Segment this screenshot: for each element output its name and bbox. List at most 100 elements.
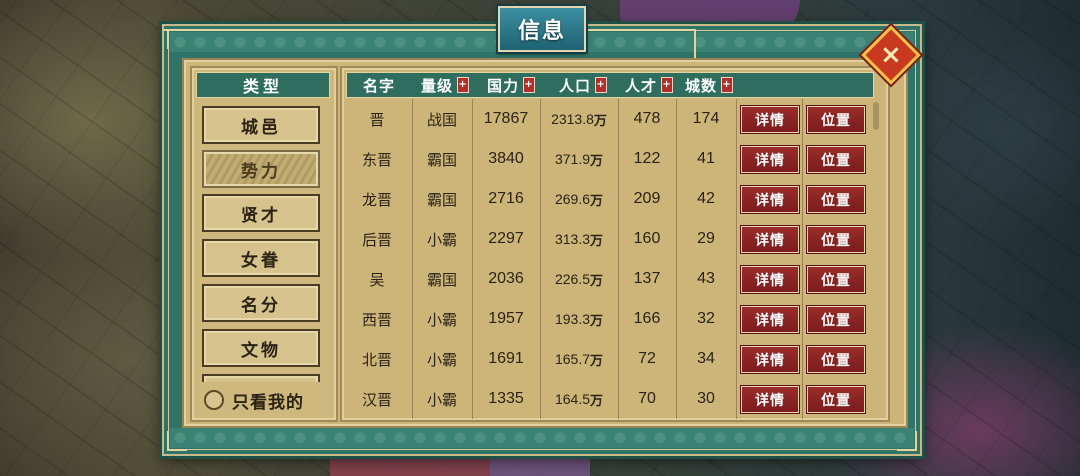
cell-name: 后晋 xyxy=(361,230,392,249)
table-row: 后晋 小霸 2297 313.3 万 160 29 详情 位置 xyxy=(342,219,872,259)
category-item-women[interactable]: 女眷 xyxy=(202,239,320,277)
location-button[interactable]: 位置 xyxy=(807,186,865,213)
location-button[interactable]: 位置 xyxy=(807,106,865,133)
category-item-partial[interactable] xyxy=(202,374,320,382)
table-row: 北晋 小霸 1691 165.7 万 72 34 详情 位置 xyxy=(342,339,872,379)
cell-level: 小霸 xyxy=(426,310,457,329)
table-row: 吴 霸国 2036 226.5 万 137 43 详情 位置 xyxy=(342,259,872,299)
cell-level: 霸国 xyxy=(426,270,457,289)
column-header-name: 名字 xyxy=(363,76,396,95)
info-dialog: 类型 城邑 势力 贤才 女眷 名分 文物 只看我的 名字 量级 + 国力 + 人… xyxy=(162,24,922,456)
sort-icon[interactable]: + xyxy=(595,77,608,93)
close-icon: × xyxy=(880,39,902,70)
cell-level: 小霸 xyxy=(426,390,457,409)
frame-pattern-bottom xyxy=(170,428,914,448)
detail-button[interactable]: 详情 xyxy=(741,346,799,373)
cell-cities: 174 xyxy=(692,110,720,127)
cell-cities: 43 xyxy=(697,270,715,287)
content-panel: 类型 城邑 势力 贤才 女眷 名分 文物 只看我的 名字 量级 + 国力 + 人… xyxy=(182,58,908,428)
cell-talent: 72 xyxy=(638,350,656,367)
cell-cities: 29 xyxy=(697,230,715,247)
detail-button[interactable]: 详情 xyxy=(741,226,799,253)
cell-power: 2716 xyxy=(488,190,524,207)
cell-talent: 160 xyxy=(633,230,661,247)
cell-talent: 478 xyxy=(633,110,661,127)
table-scrollbar[interactable] xyxy=(872,102,880,412)
cell-name: 龙晋 xyxy=(361,190,392,209)
category-item-rank[interactable]: 名分 xyxy=(202,284,320,322)
only-mine-toggle[interactable]: 只看我的 xyxy=(196,386,330,414)
cell-population: 164.5 万 xyxy=(554,391,604,409)
location-button[interactable]: 位置 xyxy=(807,266,865,293)
cell-talent: 166 xyxy=(633,310,661,327)
detail-button[interactable]: 详情 xyxy=(741,186,799,213)
column-header-cities: 城数 + xyxy=(685,76,734,95)
only-mine-label: 只看我的 xyxy=(232,392,304,413)
cell-name: 吴 xyxy=(369,270,385,289)
category-item-faction[interactable]: 势力 xyxy=(202,150,320,188)
scroll-thumb[interactable] xyxy=(873,102,879,130)
category-header: 类型 xyxy=(196,72,330,98)
cell-talent: 70 xyxy=(638,390,656,407)
table-row: 龙晋 霸国 2716 269.6 万 209 42 详情 位置 xyxy=(342,179,872,219)
map-region xyxy=(330,455,490,476)
cell-name: 晋 xyxy=(369,110,385,129)
column-header-talent: 人才 + xyxy=(625,76,674,95)
category-item-relics[interactable]: 文物 xyxy=(202,329,320,367)
sort-icon[interactable]: + xyxy=(457,77,470,93)
cell-level: 小霸 xyxy=(426,230,457,249)
cell-power: 2297 xyxy=(488,230,524,247)
radio-circle-icon[interactable] xyxy=(204,390,224,410)
cell-level: 小霸 xyxy=(426,350,457,369)
location-button[interactable]: 位置 xyxy=(807,306,865,333)
cell-power: 1691 xyxy=(488,350,524,367)
detail-button[interactable]: 详情 xyxy=(741,106,799,133)
cell-power: 17867 xyxy=(483,110,529,127)
cell-level: 霸国 xyxy=(426,150,457,169)
table-row: 晋 战国 17867 2313.8 万 478 174 详情 位置 xyxy=(342,99,872,139)
detail-button[interactable]: 详情 xyxy=(741,386,799,413)
cell-talent: 137 xyxy=(633,270,661,287)
cell-name: 东晋 xyxy=(361,150,392,169)
cell-name: 西晋 xyxy=(361,310,392,329)
cell-level: 霸国 xyxy=(426,190,457,209)
category-sidebar: 类型 城邑 势力 贤才 女眷 名分 文物 只看我的 xyxy=(190,66,338,422)
cell-name: 汉晋 xyxy=(361,390,392,409)
column-header-population: 人口 + xyxy=(559,76,608,95)
table-body[interactable]: 晋 战国 17867 2313.8 万 478 174 详情 位置 东晋 霸国 3… xyxy=(342,99,888,419)
dialog-title-plaque: 信息 xyxy=(498,6,586,52)
sort-icon[interactable]: + xyxy=(721,77,734,93)
location-button[interactable]: 位置 xyxy=(807,386,865,413)
category-item-city[interactable]: 城邑 xyxy=(202,106,320,144)
cell-talent: 122 xyxy=(633,150,661,167)
category-list[interactable]: 城邑 势力 贤才 女眷 名分 文物 xyxy=(192,100,336,382)
cell-power: 1957 xyxy=(488,310,524,327)
frame-corner xyxy=(897,431,917,451)
location-button[interactable]: 位置 xyxy=(807,226,865,253)
cell-power: 2036 xyxy=(488,270,524,287)
category-item-talent[interactable]: 贤才 xyxy=(202,194,320,232)
table-row: 西晋 小霸 1957 193.3 万 166 32 详情 位置 xyxy=(342,299,872,339)
sort-icon[interactable]: + xyxy=(523,77,536,93)
table-row: 汉晋 小霸 1335 164.5 万 70 30 详情 位置 xyxy=(342,379,872,419)
cell-population: 269.6 万 xyxy=(554,191,604,209)
location-button[interactable]: 位置 xyxy=(807,346,865,373)
location-button[interactable]: 位置 xyxy=(807,146,865,173)
cell-population: 313.3 万 xyxy=(554,231,604,249)
sort-icon[interactable]: + xyxy=(661,77,674,93)
detail-button[interactable]: 详情 xyxy=(741,146,799,173)
table-header: 名字 量级 + 国力 + 人口 + 人才 + 城数 + xyxy=(346,72,874,98)
frame-corner xyxy=(167,431,187,451)
cell-cities: 34 xyxy=(697,350,715,367)
table-row: 东晋 霸国 3840 371.9 万 122 41 详情 位置 xyxy=(342,139,872,179)
detail-button[interactable]: 详情 xyxy=(741,306,799,333)
cell-population: 371.9 万 xyxy=(554,151,604,169)
detail-button[interactable]: 详情 xyxy=(741,266,799,293)
cell-level: 战国 xyxy=(426,110,457,129)
cell-population: 226.5 万 xyxy=(554,271,604,289)
cell-name: 北晋 xyxy=(361,350,392,369)
cell-cities: 42 xyxy=(697,190,715,207)
column-header-level: 量级 + xyxy=(421,76,470,95)
cell-population: 165.7 万 xyxy=(554,351,604,369)
cell-cities: 41 xyxy=(697,150,715,167)
